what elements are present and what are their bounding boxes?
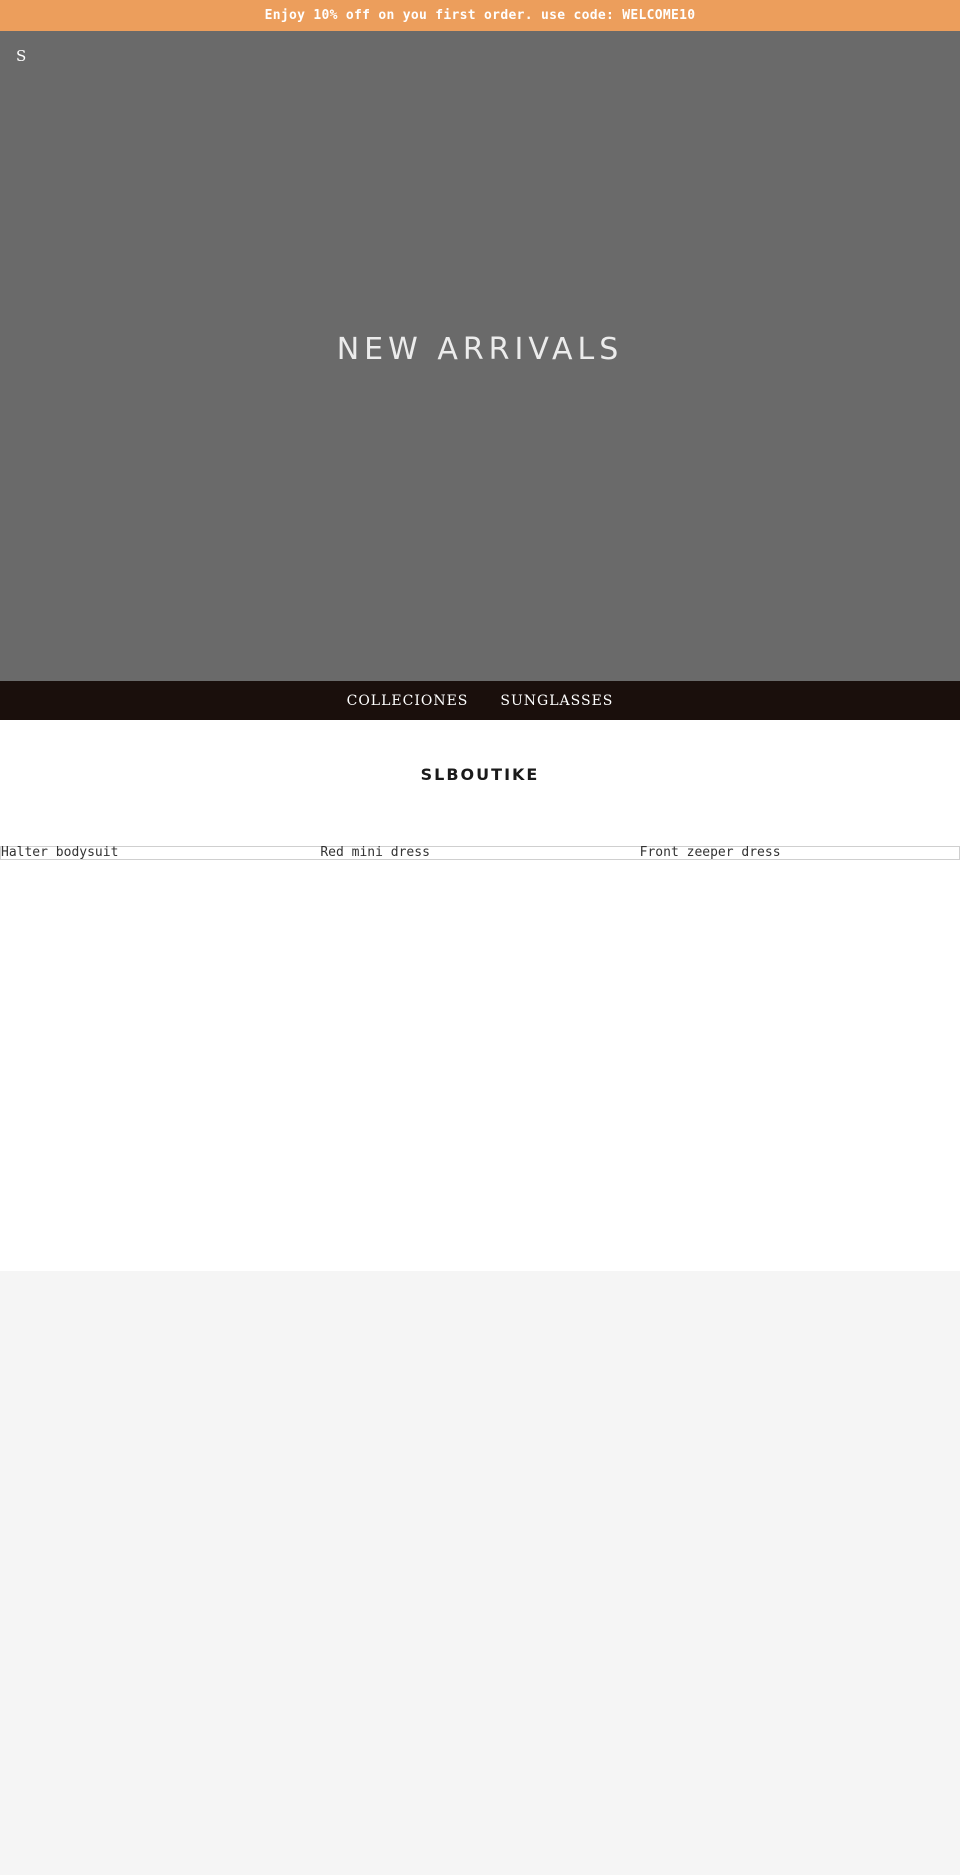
- hero-banner[interactable]: S NEW ARRIVALS: [0, 31, 960, 681]
- nav-item-sunglasses[interactable]: SUNGLASSES: [499, 693, 614, 709]
- product-title[interactable]: Halter bodysuit: [1, 845, 118, 861]
- brand-logo[interactable]: S: [16, 47, 26, 65]
- footer-area: [0, 1271, 960, 1875]
- hero-title: NEW ARRIVALS: [336, 332, 624, 367]
- product-card[interactable]: Halter bodysuit: [1, 845, 320, 861]
- announcement-bar: Enjoy 10% off on you first order. use co…: [0, 0, 960, 31]
- announcement-text: Enjoy 10% off on you first order. use co…: [264, 8, 696, 23]
- product-card[interactable]: Front zeeper dress: [640, 845, 959, 861]
- product-title[interactable]: Red mini dress: [320, 845, 430, 861]
- nav-item-colleciones[interactable]: COLLECIONES: [346, 693, 470, 709]
- product-title[interactable]: Front zeeper dress: [640, 845, 781, 861]
- product-card[interactable]: Red mini dress: [320, 845, 639, 861]
- product-grid: Halter bodysuit Red mini dress Front zee…: [0, 845, 960, 861]
- main-navigation: COLLECIONES SUNGLASSES: [0, 681, 960, 720]
- store-title: SLBOUTIKE: [420, 765, 540, 784]
